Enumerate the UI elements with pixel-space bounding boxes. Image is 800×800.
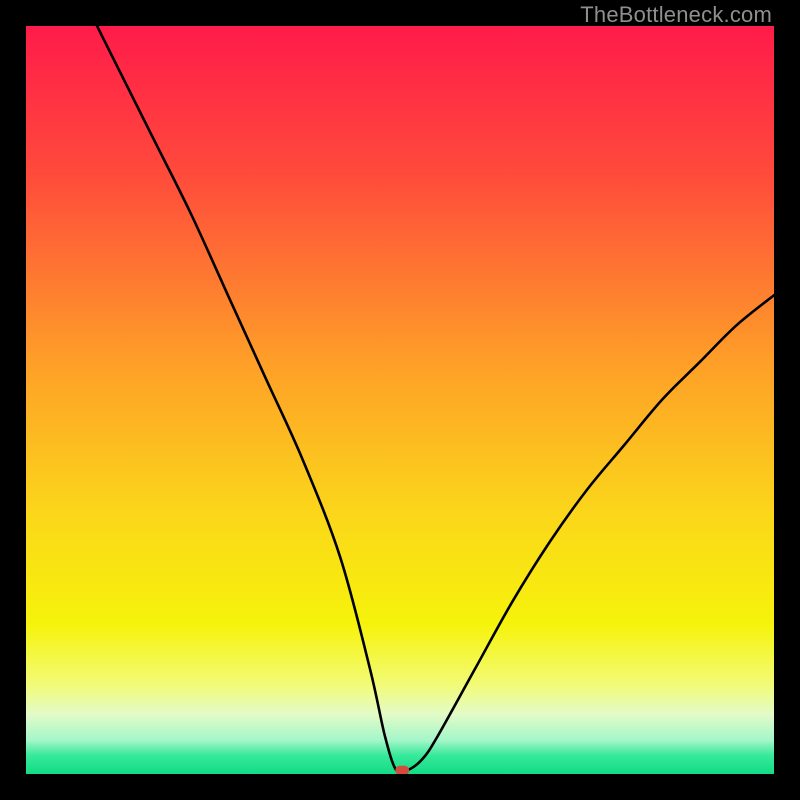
optimal-point-marker [395, 766, 409, 774]
bottleneck-plot [26, 26, 774, 774]
chart-frame [26, 26, 774, 774]
watermark-text: TheBottleneck.com [580, 2, 772, 28]
